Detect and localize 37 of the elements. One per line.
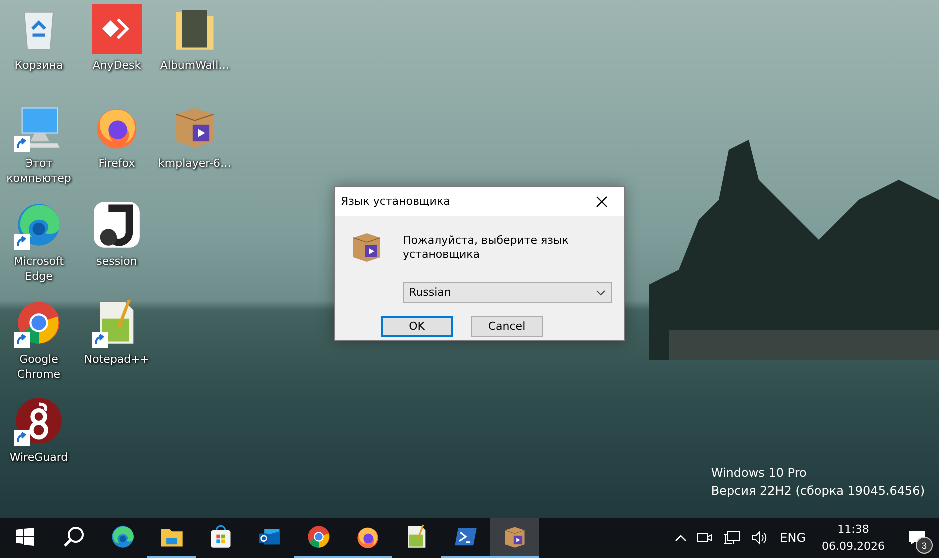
anydesk-icon [92,4,142,54]
input-language-indicator[interactable]: ENG [774,531,812,545]
shortcut-label: Этот компьютер [6,156,72,186]
shortcut-label: AnyDesk [92,58,142,73]
dialog-button[interactable]: Cancel [471,316,543,337]
shortcut-label: Google Chrome [16,352,62,382]
shortcut-label: Notepad++ [83,352,151,367]
edge-icon [110,524,136,550]
dialog-message: Пожалуйста, выберите язык установщика [403,234,570,262]
os-version-text: Версия 22H2 (сборка 19045.6456) [711,483,925,500]
shortcut-label: kmplayer-6… [158,156,232,171]
desktop-shortcut[interactable]: Google Chrome [0,298,78,396]
desktop-shortcut[interactable]: WireGuard [0,396,78,494]
clock[interactable]: 11:38 06.09.2026 [812,521,895,555]
dialog-button[interactable]: OK [381,316,453,337]
shortcut-label: WireGuard [8,450,70,465]
shortcut-label: Firefox [98,156,136,171]
shortcut-label: AlbumWall… [159,58,231,73]
close-icon [596,196,608,208]
shortcut-label: session [96,254,138,269]
notifications-button[interactable]: 3 [895,518,939,558]
shortcut-label: Microsoft Edge [12,254,66,284]
dialog-title: Язык установщика [341,195,450,208]
notification-count: 3 [916,537,933,554]
chevron-up-icon [675,534,688,542]
network-icon [723,530,742,546]
session-icon [92,200,142,250]
wireguard-icon [14,396,64,446]
language-dropdown[interactable]: Russian [403,282,612,303]
chevron-down-icon [596,290,606,296]
os-version-text: Windows 10 Pro [711,465,808,482]
speaker-icon [751,530,770,546]
desktop-shortcut[interactable]: Notepad++ [78,298,156,396]
windows-start-icon [16,528,34,546]
shortcut-label: Корзина [14,58,64,73]
chrome-icon [306,524,332,550]
search-icon [62,526,84,548]
